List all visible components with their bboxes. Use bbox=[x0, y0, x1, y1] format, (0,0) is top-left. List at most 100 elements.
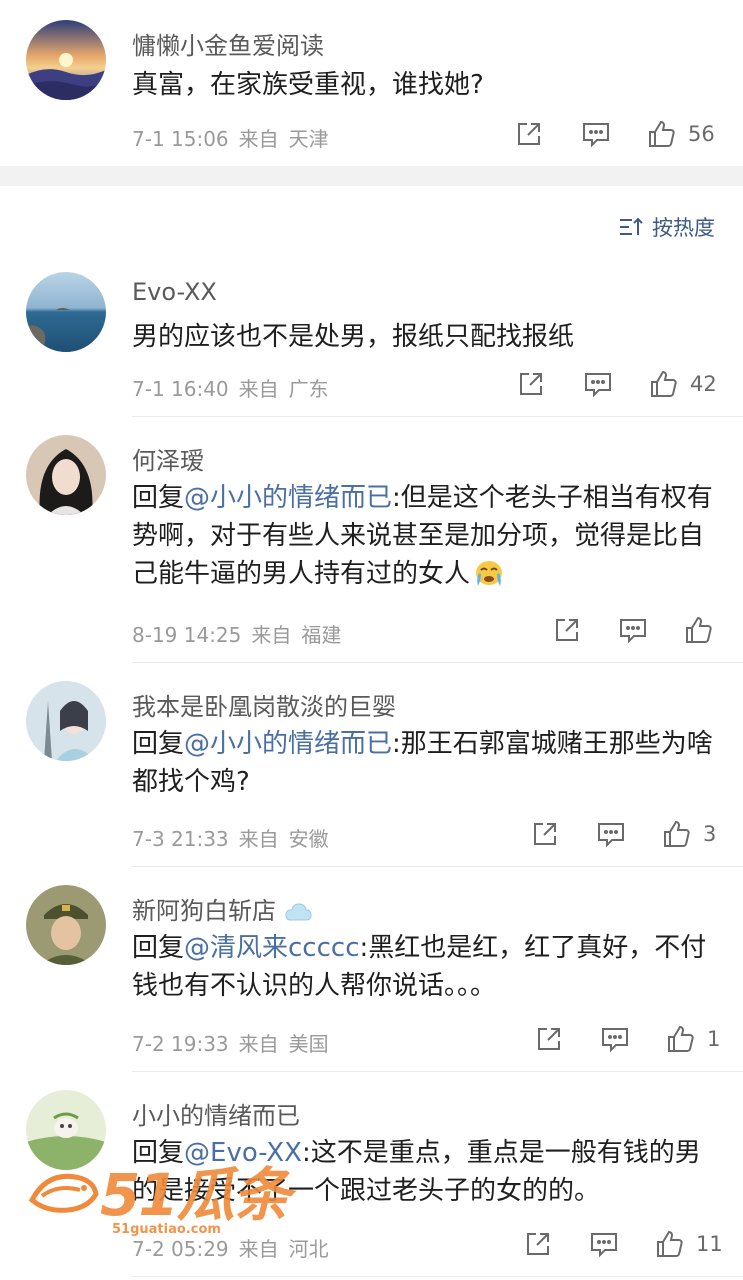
comment-time: 7-1 16:40 bbox=[132, 377, 229, 401]
comment-button[interactable] bbox=[583, 370, 613, 398]
thumbs-up-icon bbox=[686, 616, 712, 643]
reply-prefix: 回复 bbox=[132, 729, 185, 759]
crying-emoji-icon bbox=[472, 558, 506, 599]
share-button[interactable] bbox=[517, 370, 545, 398]
comment-meta: 7-2 05:29 来自 河北 bbox=[132, 1233, 329, 1262]
comment-meta: 8-19 14:25 来自 福建 bbox=[132, 619, 341, 648]
reply-prefix: 回复 bbox=[132, 933, 185, 963]
like-count: 56 bbox=[688, 122, 715, 146]
username[interactable]: Evo-XX bbox=[132, 278, 217, 306]
like-button[interactable] bbox=[683, 614, 715, 646]
divider bbox=[132, 1071, 743, 1072]
mention-link[interactable]: @Evo-XX bbox=[184, 1138, 302, 1168]
share-button[interactable] bbox=[553, 616, 581, 644]
share-icon bbox=[556, 619, 578, 641]
comment-location: 安徽 bbox=[288, 827, 329, 851]
comment-button[interactable] bbox=[618, 616, 648, 644]
mention-link[interactable]: @清风来ccccc bbox=[184, 933, 359, 963]
avatar[interactable] bbox=[26, 20, 106, 100]
comment-meta: 7-1 16:40 来自 广东 bbox=[132, 373, 329, 402]
comment-time: 7-2 05:29 bbox=[132, 1237, 229, 1261]
avatar[interactable] bbox=[26, 272, 106, 352]
username[interactable]: 新阿狗白斩店 bbox=[132, 891, 312, 929]
username[interactable]: 何泽瑷 bbox=[132, 441, 204, 476]
comment-from: 来自 bbox=[238, 127, 279, 151]
comment-from: 来自 bbox=[251, 623, 292, 647]
like-button[interactable]: 56 bbox=[646, 118, 715, 150]
share-icon bbox=[538, 1028, 560, 1050]
avatar[interactable] bbox=[26, 681, 106, 761]
comment-time: 7-2 19:33 bbox=[132, 1032, 229, 1056]
share-button[interactable] bbox=[524, 1230, 552, 1258]
thumbs-up-icon bbox=[649, 120, 675, 147]
comment-from: 来自 bbox=[238, 377, 279, 401]
like-button[interactable]: 3 bbox=[661, 818, 716, 850]
avatar[interactable] bbox=[26, 435, 106, 515]
comment-icon bbox=[598, 823, 624, 848]
comment-location: 美国 bbox=[288, 1032, 329, 1056]
like-button[interactable]: 42 bbox=[648, 368, 717, 400]
share-icon bbox=[518, 123, 540, 145]
comment-location: 河北 bbox=[288, 1237, 329, 1261]
sort-label: 按热度 bbox=[652, 216, 715, 240]
comment-text: 回复@清风来ccccc:黑红也是红，红了真好，不付钱也有不认识的人帮你说话。。。 bbox=[132, 929, 722, 1005]
like-count: 11 bbox=[696, 1232, 723, 1256]
comment-icon bbox=[591, 1233, 617, 1258]
comment-button[interactable] bbox=[581, 120, 611, 148]
comment-meta: 7-3 21:33 来自 安徽 bbox=[132, 823, 329, 852]
comment-location: 天津 bbox=[288, 127, 329, 151]
comment-text: 回复@小小的情绪而已:但是这个老头子相当有权有势啊，对于有些人来说甚至是加分项，… bbox=[132, 479, 722, 599]
thumbs-up-icon bbox=[651, 370, 677, 397]
share-button[interactable] bbox=[531, 820, 559, 848]
thumbs-up-icon bbox=[664, 820, 690, 847]
vip-cloud-icon bbox=[284, 901, 312, 929]
like-button[interactable]: 11 bbox=[654, 1228, 723, 1260]
comment-meta: 7-2 19:33 来自 美国 bbox=[132, 1028, 329, 1057]
reply-prefix: 回复 bbox=[132, 483, 185, 513]
comment-text: 真富，在家族受重视，谁找她? bbox=[132, 70, 484, 100]
avatar[interactable] bbox=[26, 1090, 106, 1170]
comment-button[interactable] bbox=[589, 1230, 619, 1258]
comment-from: 来自 bbox=[238, 1237, 279, 1261]
comment-icon bbox=[583, 123, 609, 148]
share-button[interactable] bbox=[535, 1025, 563, 1053]
sort-button[interactable]: 按热度 bbox=[618, 212, 715, 242]
thumbs-up-icon bbox=[668, 1025, 694, 1052]
username[interactable]: 我本是卧凰岗散淡的巨婴 bbox=[132, 687, 396, 722]
comment-time: 7-1 15:06 bbox=[132, 127, 229, 151]
comment-from: 来自 bbox=[238, 1032, 279, 1056]
avatar[interactable] bbox=[26, 885, 106, 965]
like-button[interactable]: 1 bbox=[665, 1023, 720, 1055]
sort-icon bbox=[620, 217, 643, 235]
comment-icon bbox=[602, 1028, 628, 1053]
divider bbox=[132, 662, 743, 663]
comment-from: 来自 bbox=[238, 827, 279, 851]
like-count: 3 bbox=[703, 822, 717, 846]
comment-location: 福建 bbox=[301, 623, 342, 647]
thumbs-up-icon bbox=[657, 1230, 683, 1257]
share-icon bbox=[527, 1233, 549, 1255]
username[interactable]: 慵懒小金鱼爱阅读 bbox=[132, 26, 324, 61]
share-icon bbox=[534, 823, 556, 845]
comment-text: 回复@小小的情绪而已:那王石郭富城赌王那些为啥都找个鸡? bbox=[132, 725, 722, 801]
comment-time: 8-19 14:25 bbox=[132, 623, 242, 647]
comment-button[interactable] bbox=[600, 1025, 630, 1053]
comment-location: 广东 bbox=[288, 377, 329, 401]
comment-icon bbox=[620, 619, 646, 644]
username[interactable]: 小小的情绪而已 bbox=[132, 1096, 300, 1131]
like-count: 42 bbox=[690, 372, 717, 396]
divider bbox=[132, 1276, 743, 1277]
like-count: 1 bbox=[707, 1027, 721, 1051]
comment-meta: 7-1 15:06 来自 天津 bbox=[132, 123, 329, 152]
reply-prefix: 回复 bbox=[132, 1138, 185, 1168]
comment-button[interactable] bbox=[596, 820, 626, 848]
mention-link[interactable]: @小小的情绪而已 bbox=[184, 729, 392, 759]
mention-link[interactable]: @小小的情绪而已 bbox=[184, 483, 392, 513]
share-icon bbox=[520, 373, 542, 395]
comment-text: 男的应该也不是处男，报纸只配找报纸 bbox=[132, 322, 575, 352]
share-button[interactable] bbox=[515, 120, 543, 148]
comment-text: 回复@Evo-XX:这不是重点，重点是一般有钱的男的是接受不了一个跟过老头子的女… bbox=[132, 1134, 722, 1210]
comment-time: 7-3 21:33 bbox=[132, 827, 229, 851]
divider bbox=[132, 416, 743, 417]
divider bbox=[132, 866, 743, 867]
